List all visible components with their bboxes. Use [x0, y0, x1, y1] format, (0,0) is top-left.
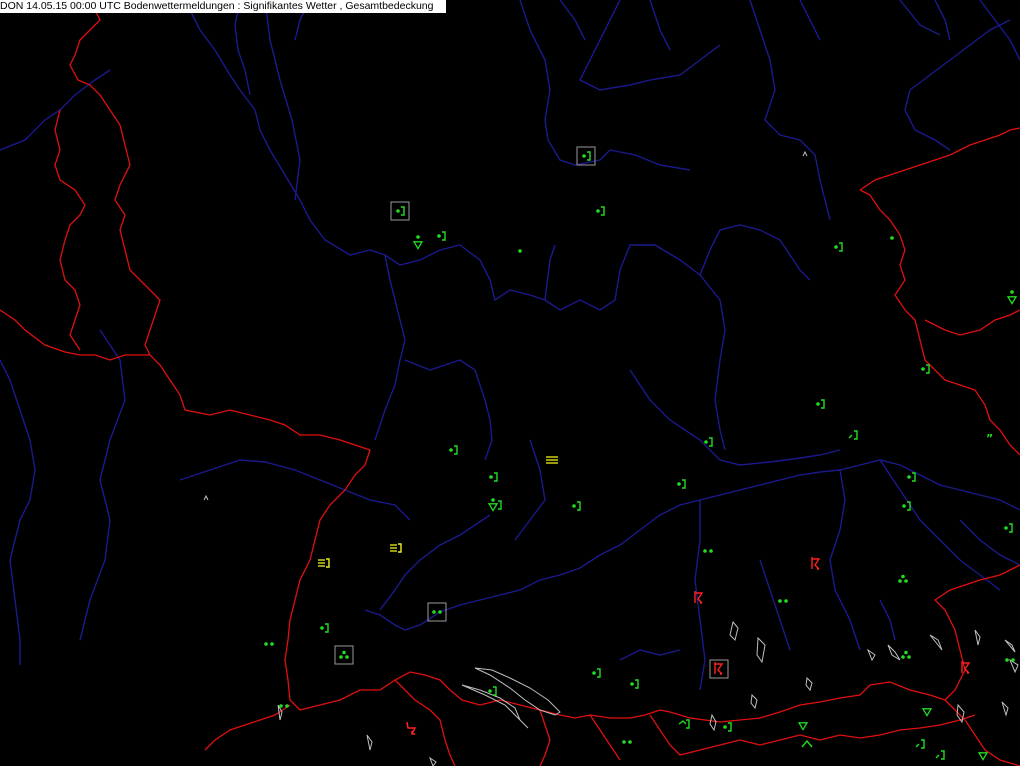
symbol-dot: [901, 655, 905, 659]
symbol-dot: [784, 599, 788, 603]
symbol-dot: [320, 626, 324, 630]
symbol-dot: [703, 549, 707, 553]
symbol-dot: [904, 579, 908, 583]
symbol-dot: [270, 642, 274, 646]
weather-symbol-rain-dot: [890, 236, 894, 240]
map-title-bar: DON 14.05.15 00:00 UTC Bodenwettermeldun…: [0, 0, 446, 13]
symbol-dot: [907, 475, 911, 479]
symbol-dot: [572, 504, 576, 508]
symbol-dot: [279, 704, 283, 708]
symbol-drizzle: ”: [986, 432, 993, 445]
symbol-dot: [901, 574, 905, 579]
symbol-dot: [630, 682, 634, 686]
symbol-dot: [907, 655, 911, 659]
symbol-dot: [489, 475, 493, 479]
symbol-dot: [488, 689, 492, 693]
symbol-dot: [778, 599, 782, 603]
symbol-dot: [816, 402, 820, 406]
symbol-dot: [904, 650, 908, 655]
symbol-dot: [437, 234, 441, 238]
map-background: [0, 0, 1020, 766]
symbol-dot: [1004, 526, 1008, 530]
symbol-dot: [339, 655, 343, 659]
symbol-dot: [285, 704, 289, 708]
weather-symbol-rain-dot: [518, 249, 522, 253]
symbol-dot: [432, 610, 436, 614]
map-title: DON 14.05.15 00:00 UTC Bodenwettermeldun…: [0, 0, 434, 12]
symbol-dot: [582, 154, 586, 158]
symbol-dot: [890, 236, 894, 240]
weather-map: ”: [0, 0, 1020, 766]
symbol-dot: [834, 245, 838, 249]
symbol-dot: [438, 610, 442, 614]
symbol-dot: [592, 671, 596, 675]
symbol-dot: [1010, 290, 1014, 294]
symbol-dot: [345, 655, 349, 659]
symbol-dot: [898, 579, 902, 583]
symbol-dot: [921, 367, 925, 371]
symbol-dot: [416, 235, 420, 239]
symbol-dot: [396, 209, 400, 213]
symbol-dot: [1011, 658, 1015, 662]
symbol-dot: [596, 209, 600, 213]
symbol-dot: [1005, 658, 1009, 662]
symbol-dot: [518, 249, 522, 253]
symbol-dot: [264, 642, 268, 646]
symbol-dot: [628, 740, 632, 744]
symbol-dot: [704, 440, 708, 444]
weather-symbol-drizzle: ”: [986, 432, 993, 445]
symbol-dot: [709, 549, 713, 553]
symbol-dot: [622, 740, 626, 744]
symbol-dot: [723, 725, 727, 729]
symbol-dot: [491, 498, 495, 502]
symbol-dot: [342, 650, 346, 655]
symbol-dot: [677, 482, 681, 486]
symbol-dot: [902, 504, 906, 508]
symbol-dot: [449, 448, 453, 452]
